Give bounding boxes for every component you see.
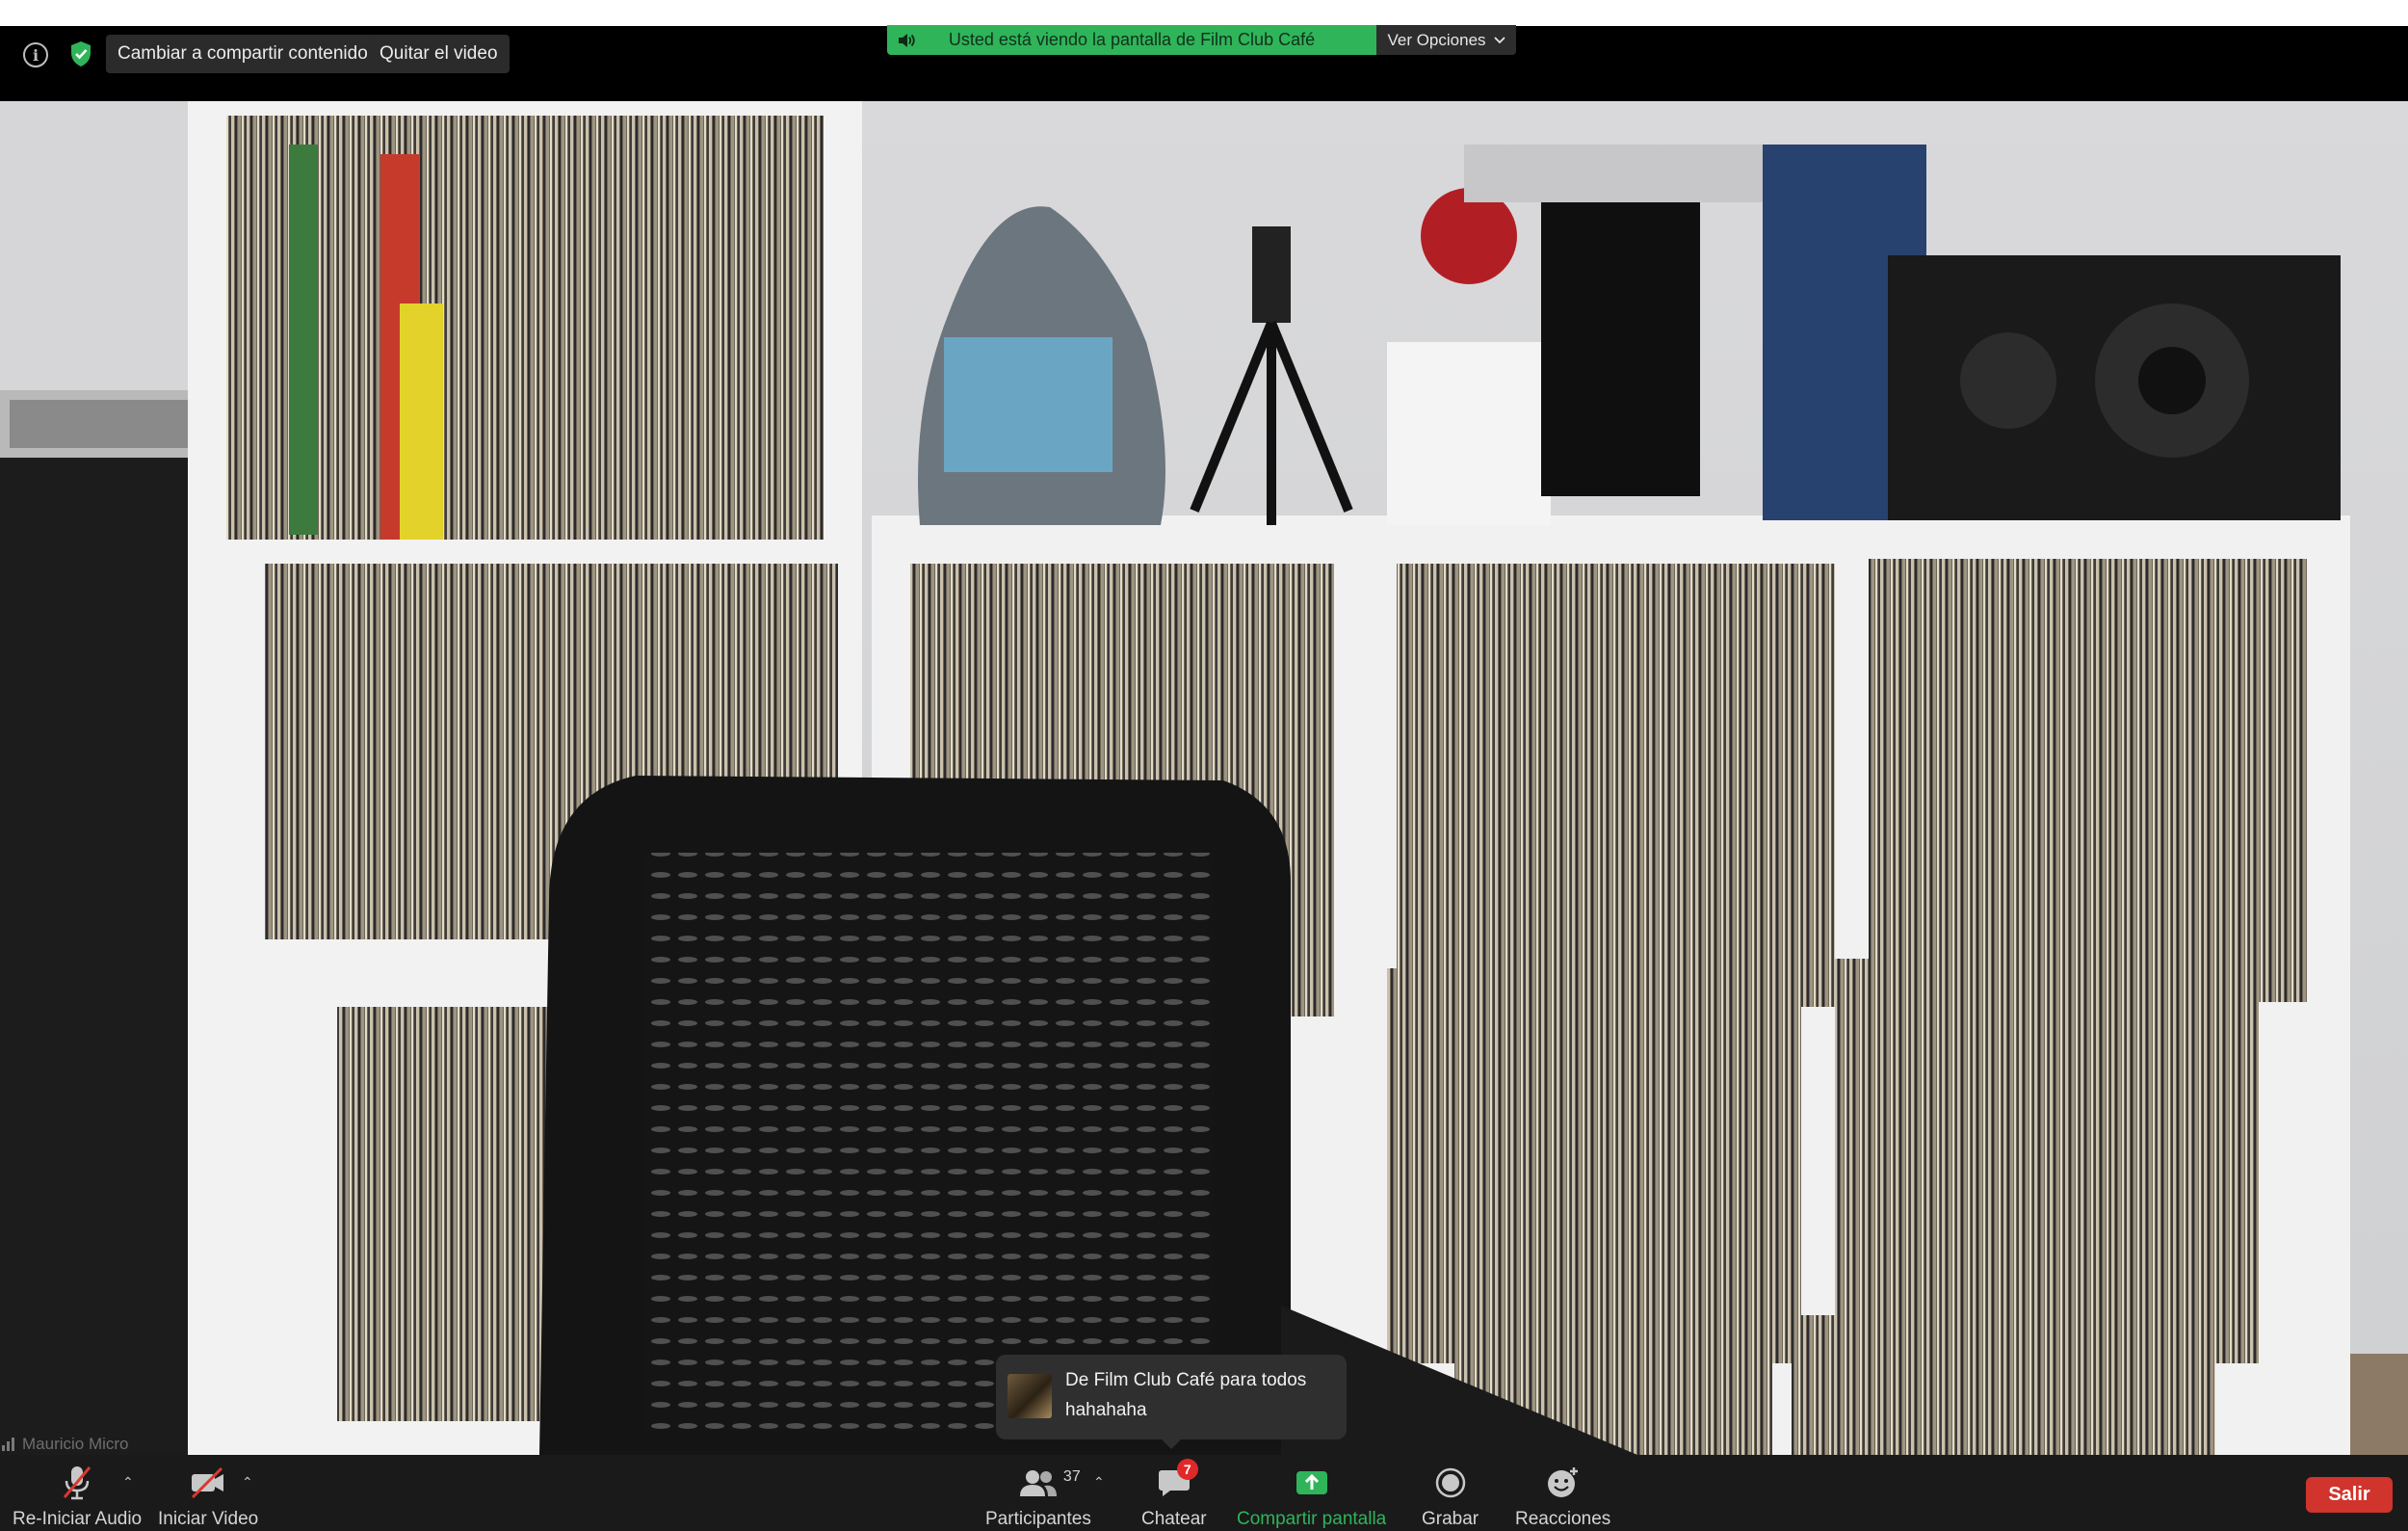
avatar	[1008, 1374, 1052, 1418]
chat-sender: De Film Club Café para todos	[1065, 1370, 1307, 1390]
chat-label: Chatear	[1141, 1509, 1207, 1529]
participant-name-label: Mauricio Micro	[0, 1434, 129, 1455]
chat-bubble-icon: 7	[1158, 1459, 1198, 1501]
view-options-label: Ver Opciones	[1387, 30, 1486, 49]
share-status-text: Usted está viendo la pantalla de Film Cl…	[948, 30, 1316, 49]
participants-options-chevron-icon[interactable]: ⌃	[1093, 1474, 1105, 1491]
video-frame	[0, 101, 2408, 1455]
meeting-toolbar: Re-Iniciar Audio ⌃ Iniciar Video ⌃ 37 Pa…	[0, 1455, 2408, 1531]
shield-check-icon[interactable]	[69, 40, 92, 67]
reactions-button[interactable]: Reacciones	[1515, 1465, 1610, 1530]
remove-video-button[interactable]: Quitar el video	[368, 35, 510, 73]
start-video-label: Iniciar Video	[158, 1509, 259, 1529]
view-options-button[interactable]: Ver Opciones	[1376, 25, 1516, 55]
chat-button[interactable]: 7 Chatear	[1141, 1459, 1207, 1530]
popup-tail	[1161, 1439, 1182, 1449]
participants-button[interactable]: 37 Participantes	[985, 1465, 1091, 1530]
reactions-label: Reacciones	[1515, 1509, 1611, 1529]
switch-to-shared-content-button[interactable]: Cambiar a compartir contenido	[106, 35, 380, 73]
participants-label: Participantes	[985, 1509, 1091, 1529]
info-icon[interactable]: i	[23, 42, 48, 67]
chevron-down-icon	[1493, 36, 1505, 43]
share-screen-icon	[1296, 1465, 1328, 1501]
share-status: Usted está viendo la pantalla de Film Cl…	[887, 25, 1376, 55]
record-icon	[1435, 1465, 1466, 1501]
record-button[interactable]: Grabar	[1422, 1465, 1479, 1530]
share-screen-label: Compartir pantalla	[1237, 1509, 1387, 1529]
screen-share-banner: Usted está viendo la pantalla de Film Cl…	[887, 25, 1516, 55]
audio-level-icon	[0, 1438, 14, 1451]
muted-microphone-icon	[61, 1465, 93, 1501]
record-label: Grabar	[1422, 1509, 1479, 1529]
top-margin	[0, 0, 2408, 26]
chat-unread-badge: 7	[1176, 1459, 1198, 1480]
shared-video	[0, 101, 2408, 1455]
chat-message: hahahaha	[1065, 1400, 1147, 1420]
share-screen-button[interactable]: Compartir pantalla	[1237, 1465, 1386, 1530]
restart-audio-label: Re-Iniciar Audio	[13, 1509, 143, 1529]
participant-name: Mauricio Micro	[22, 1435, 129, 1453]
video-off-icon	[189, 1465, 227, 1501]
smiley-plus-icon	[1546, 1465, 1581, 1501]
participants-count: 37	[1062, 1468, 1081, 1485]
chat-notification[interactable]: De Film Club Café para todos hahahaha	[996, 1355, 1347, 1449]
speaker-icon	[887, 33, 926, 48]
audio-options-chevron-icon[interactable]: ⌃	[122, 1474, 134, 1491]
leave-meeting-button[interactable]: Salir	[2306, 1477, 2393, 1513]
video-options-chevron-icon[interactable]: ⌃	[242, 1474, 253, 1491]
participants-icon: 37	[1019, 1465, 1081, 1501]
